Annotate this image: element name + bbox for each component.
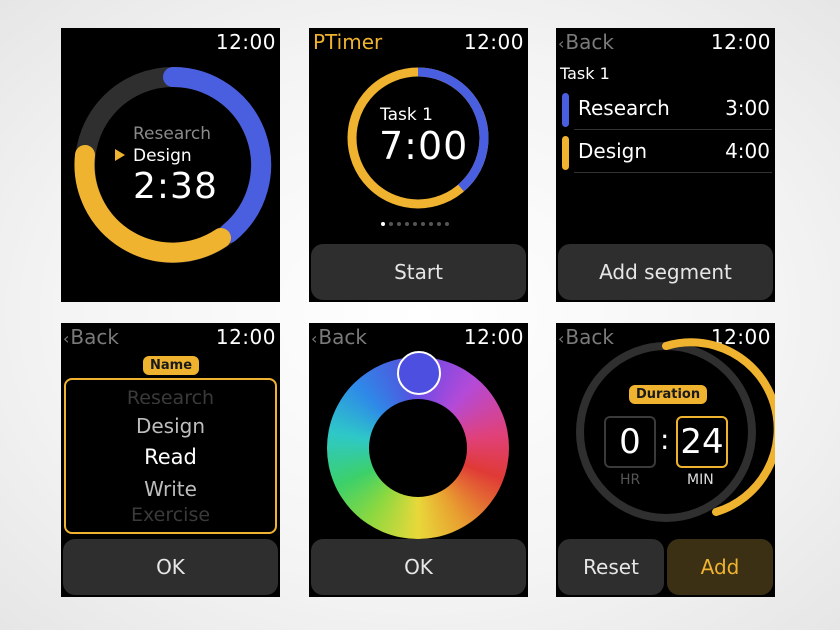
picker-option[interactable]: Exercise — [66, 507, 275, 527]
picker-option-selected[interactable]: Read — [66, 445, 275, 469]
current-segment-indicator-icon — [115, 149, 125, 161]
chevron-left-icon: ‹ — [63, 329, 70, 348]
picker-option[interactable]: Research — [66, 386, 275, 404]
task-name: Task 1 — [380, 105, 433, 125]
back-button[interactable]: ‹Back — [63, 325, 119, 349]
segment-duration: 3:00 — [725, 96, 770, 120]
page-dot — [437, 222, 441, 226]
picker-option[interactable]: Write — [66, 477, 275, 501]
segment-name: Research — [578, 96, 670, 120]
color-selector-knob[interactable] — [397, 351, 441, 395]
ok-button[interactable]: OK — [311, 539, 526, 595]
hours-field[interactable]: 0 — [604, 416, 656, 468]
time-separator: : — [660, 423, 670, 456]
segment-color-bar — [562, 136, 569, 170]
picker-option[interactable]: Design — [66, 414, 275, 438]
segment-name: Design — [578, 139, 648, 163]
add-button[interactable]: Add — [667, 539, 773, 595]
chevron-left-icon: ‹ — [558, 34, 565, 53]
segment-row-research[interactable]: Research 3:00 — [560, 90, 772, 130]
segment-row-design[interactable]: Design 4:00 — [560, 133, 772, 173]
current-segment-label: Design — [133, 146, 192, 166]
task-total-time: 7:00 — [379, 124, 469, 168]
minutes-field[interactable]: 24 — [676, 416, 728, 468]
status-time: 12:00 — [463, 325, 524, 349]
field-label-duration: Duration — [629, 385, 708, 404]
back-button[interactable]: ‹Back — [558, 30, 614, 54]
status-time: 12:00 — [215, 325, 276, 349]
segment-list-screen: ‹Back 12:00 Task 1 Research 3:00 Design … — [556, 28, 775, 302]
name-picker[interactable]: Research Design Read Write Exercise — [64, 378, 277, 534]
duration-picker-screen: ‹Back 12:00 Duration 0 : 24 HR MIN Reset… — [556, 323, 775, 597]
minutes-label: MIN — [687, 472, 714, 488]
task-name: Task 1 — [560, 64, 610, 83]
page-dot — [397, 222, 401, 226]
page-dot — [413, 222, 417, 226]
color-wheel-hole — [369, 399, 467, 497]
add-segment-button[interactable]: Add segment — [558, 244, 773, 300]
field-label-name: Name — [143, 356, 200, 375]
back-label: Back — [318, 325, 367, 349]
task-overview-screen: PTimer 12:00 Task 1 7:00 Start — [309, 28, 528, 302]
back-label: Back — [565, 30, 614, 54]
hours-label: HR — [620, 472, 641, 488]
color-picker-screen: ‹Back 12:00 OK — [309, 323, 528, 597]
page-dot — [405, 222, 409, 226]
ok-button[interactable]: OK — [63, 539, 278, 595]
remaining-time: 2:38 — [133, 166, 218, 207]
page-dot — [381, 222, 385, 226]
page-dot — [445, 222, 449, 226]
timer-running-screen: 12:00 Research Design 2:38 — [61, 28, 280, 302]
segment-color-bar — [562, 93, 569, 127]
segment-duration: 4:00 — [725, 139, 770, 163]
back-button[interactable]: ‹Back — [311, 325, 367, 349]
reset-button[interactable]: Reset — [558, 539, 664, 595]
chevron-left-icon: ‹ — [311, 329, 318, 348]
divider — [574, 172, 772, 173]
name-picker-screen: ‹Back 12:00 Name Research Design Read Wr… — [61, 323, 280, 597]
page-dot — [429, 222, 433, 226]
page-dot — [421, 222, 425, 226]
previous-segment-label: Research — [133, 124, 211, 144]
start-button[interactable]: Start — [311, 244, 526, 300]
back-label: Back — [70, 325, 119, 349]
divider — [574, 129, 772, 130]
status-time: 12:00 — [710, 30, 771, 54]
page-dot — [389, 222, 393, 226]
page-indicator — [381, 222, 449, 226]
